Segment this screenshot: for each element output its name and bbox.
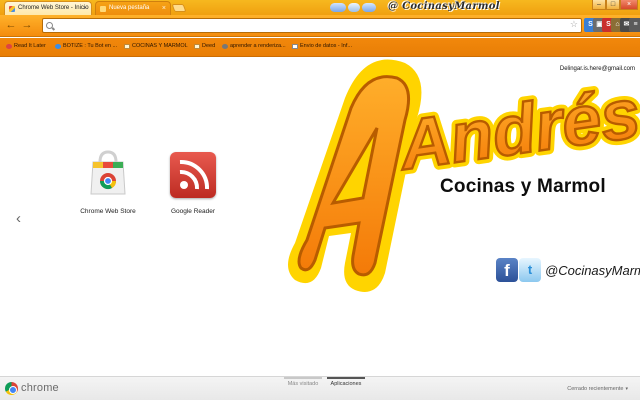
minimize-button[interactable]: – [592,0,606,10]
chrome-logo-icon [5,382,18,395]
maximize-button[interactable]: □ [606,0,620,10]
close-window-button[interactable]: × [620,0,638,10]
ntp-footer: chrome Más visitado Aplicaciones Cerrado… [0,376,640,400]
tab-applications[interactable]: Aplicaciones [327,377,365,387]
web-store-favicon-icon [9,6,15,12]
bookmark-label: aprender a renderiza... [230,43,286,49]
rss-feed-icon [170,152,216,198]
folder-icon [124,44,130,49]
bookmark-label: Deed [202,43,216,49]
bookmark-cocinas-y-marmol[interactable]: COCINAS Y MARMOL [124,43,188,49]
address-bar[interactable]: ☆ [42,18,582,33]
bookmark-label: Read It Later [14,43,46,49]
back-button[interactable]: ← [4,18,18,32]
extension-6-icon[interactable]: ≡ [629,18,640,32]
tab-chrome-web-store[interactable]: Chrome Web Store - Inicio × [4,1,92,15]
brand-name-outline: Andrés [393,74,640,185]
twitter-icon: t [519,258,541,282]
chrome-wordmark: chrome [21,382,59,394]
bookmark-read-it-later[interactable]: Read It Later [6,43,46,49]
tab-label: Aplicaciones [330,381,362,387]
tab-label: Más visitado [287,381,319,387]
search-icon [46,22,53,29]
botize-icon [55,44,61,49]
document-icon [292,44,298,49]
bookmarks-bar: Read It Later BOTIZE : Tu Bot en ... COC… [0,38,640,57]
tab-title: Chrome Web Store - Inicio [18,5,89,11]
app-google-reader[interactable]: Google Reader [153,150,233,234]
browser-toolbar: ← → ☆ S ▣ S ⌂ ✉ ≡ [0,15,640,37]
new-tab-page: Andrés Andrés Delingar.is.here@gmail.com… [0,58,640,376]
tab-close-icon[interactable]: × [162,2,166,15]
recently-closed-menu[interactable]: Cerrado recientemente ▾ [567,386,628,392]
bookmark-label: COCINAS Y MARMOL [132,43,188,49]
bookmark-label: BOTIZE : Tu Bot en ... [63,43,118,49]
theme-header-handle: @ CocinasyMarmol [388,1,500,12]
tab-title: Nueva pestaña [109,5,150,11]
cloud-icon [348,3,360,12]
bookmark-envio-de-datos[interactable]: Envio de datos - Inf... [292,43,352,49]
signed-in-user-email[interactable]: Delingar.is.here@gmail.com [560,66,635,72]
app-label: Google Reader [170,208,216,215]
bookmark-deed[interactable]: Deed [194,43,215,49]
recently-closed-label: Cerrado recientemente [567,386,624,392]
app-chrome-web-store[interactable]: Chrome Web Store [68,150,148,234]
new-tab-button[interactable] [171,4,187,12]
cloud-icon [330,3,346,12]
facebook-icon: f [496,258,518,282]
previous-page-arrow[interactable]: ‹ [16,210,21,227]
social-handle: @CocinasyMarmol [545,263,640,278]
page-favicon-icon [100,6,106,12]
app-label: Chrome Web Store [80,208,136,215]
address-input[interactable] [57,20,557,31]
chrome-web-store-icon [90,150,126,195]
bookmark-botize[interactable]: BOTIZE : Tu Bot en ... [55,43,117,49]
browser-window: Chrome Web Store - Inicio × Nueva pestañ… [0,0,640,400]
tab-most-visited[interactable]: Más visitado [284,377,322,387]
forward-button[interactable]: → [20,18,34,32]
brand-subtitle: Cocinas y Marmol [440,176,606,197]
tab-strip: Chrome Web Store - Inicio × Nueva pestañ… [0,0,640,15]
read-it-later-icon [6,44,12,49]
window-controls: – □ × [592,0,638,10]
bookmark-label: Envio de datos - Inf... [300,43,352,49]
tab-close-icon[interactable]: × [83,2,87,15]
bookmark-aprender-renderizar[interactable]: aprender a renderiza... [222,43,286,49]
chevron-down-icon: ▾ [625,386,628,392]
bookmark-star-icon[interactable]: ☆ [570,19,578,30]
tab-new-tab[interactable]: Nueva pestaña × [95,1,171,15]
twitter-bird-icon [362,3,376,12]
folder-icon [194,44,200,49]
theme-header-decoration [330,3,380,13]
gear-icon [222,44,228,49]
